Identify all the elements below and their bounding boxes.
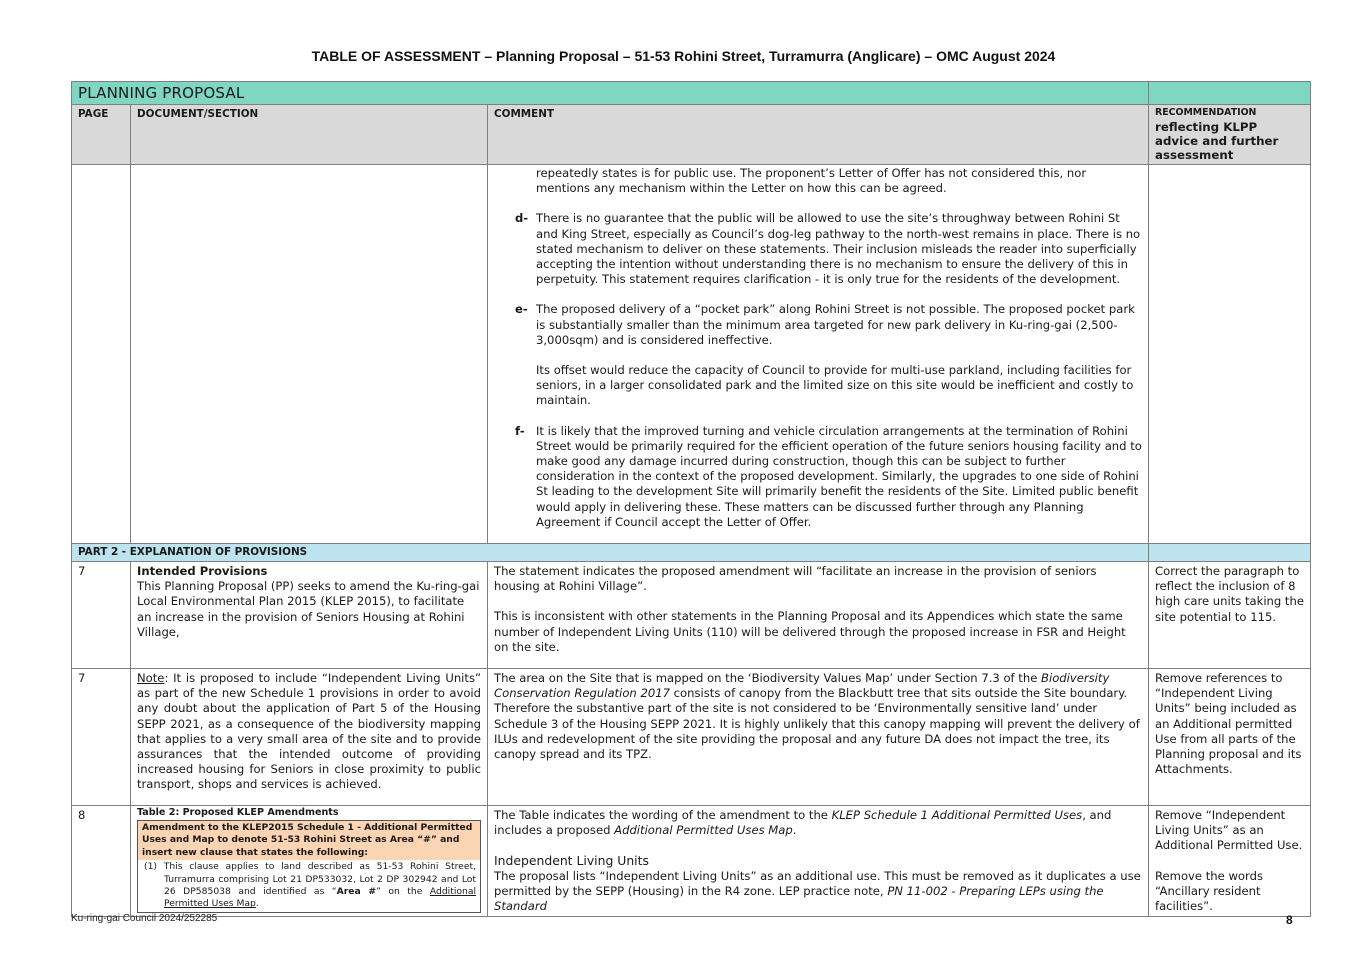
continued-doc-cell (130, 164, 488, 544)
row-recommendation: Remove “Independent Living Units” as an … (1148, 804, 1311, 918)
klep-amendment-box: Amendment to the KLEP2015 Schedule 1 - A… (137, 820, 481, 913)
table-row-note: 7 Note: It is proposed to include “Indep… (71, 668, 1311, 806)
header-rec-label: RECOMMENDATION (1155, 107, 1257, 118)
comment-item-list: d- There is no guarantee that the public… (494, 211, 1142, 530)
rec-paragraph: Remove “Independent Living Units” as an … (1155, 808, 1303, 853)
comment-paragraph: The statement indicates the proposed ame… (494, 564, 1097, 594)
comment-item-e: e- The proposed delivery of a “pocket pa… (494, 302, 1142, 408)
banner-empty-cell (1148, 81, 1311, 105)
doc-text: : It is proposed to include “Independent… (137, 671, 481, 792)
footer-reference: Ku-ring-gai Council 2024/252285 (71, 913, 218, 924)
row-page: 7 (71, 561, 131, 669)
part2-row: PART 2 - EXPLANATION OF PROVISIONS (71, 543, 1311, 562)
continued-rec-cell (1148, 164, 1311, 544)
comment-paragraph: The Table indicates the wording of the a… (494, 808, 1112, 838)
row-document: Intended Provisions This Planning Propos… (130, 561, 488, 669)
comment-item-f: f- It is likely that the improved turnin… (494, 424, 1142, 530)
row-comment: The Table indicates the wording of the a… (487, 804, 1149, 918)
row-comment: The area on the Site that is mapped on t… (487, 668, 1149, 806)
table-row-klep-amendments: 8 Table 2: Proposed KLEP Amendments Amen… (71, 804, 1311, 918)
item-marker: f- (515, 423, 525, 438)
page-number: 8 (1286, 913, 1293, 927)
row-page: 7 (71, 668, 131, 806)
row-document: Note: It is proposed to include “Indepen… (130, 668, 488, 806)
doc-text: This Planning Proposal (PP) seeks to ame… (137, 579, 480, 639)
comment-continued-text: repeatedly states is for public use. The… (536, 166, 1087, 196)
item-marker: d- (515, 211, 529, 226)
continued-page-cell (71, 164, 131, 544)
row-document: Table 2: Proposed KLEP Amendments Amendm… (130, 804, 488, 918)
comment-item-d: d- There is no guarantee that the public… (494, 211, 1142, 287)
item-paragraph: It is likely that the improved turning a… (536, 423, 1142, 529)
banner-row: PLANNING PROPOSAL (71, 81, 1311, 105)
ilu-heading: Independent Living Units (494, 853, 649, 869)
part2-empty-cell (1148, 543, 1311, 562)
item-paragraph: There is no guarantee that the public wi… (536, 211, 1141, 287)
klep-amendment-heading: Amendment to the KLEP2015 Schedule 1 - A… (138, 821, 480, 861)
rec-paragraph: Remove the words “Ancillary resident fac… (1155, 868, 1263, 914)
header-recommendation: RECOMMENDATION reflecting KLPP advice an… (1148, 104, 1311, 165)
header-document: DOCUMENT/SECTION (130, 104, 488, 165)
comment-paragraph: The proposal lists “Independent Living U… (494, 868, 1141, 914)
banner-title: PLANNING PROPOSAL (71, 81, 1149, 105)
header-page: PAGE (71, 104, 131, 165)
assessment-table: PLANNING PROPOSAL PAGE DOCUMENT/SECTION … (71, 81, 1311, 918)
table-row-intended-provisions: 7 Intended Provisions This Planning Prop… (71, 561, 1311, 669)
note-label: Note (137, 671, 165, 685)
item-paragraph: Its offset would reduce the capacity of … (536, 363, 1134, 408)
header-rec-sub: reflecting KLPP advice and further asses… (1155, 120, 1279, 162)
header-row: PAGE DOCUMENT/SECTION COMMENT RECOMMENDA… (71, 104, 1311, 165)
header-comment: COMMENT (487, 104, 1149, 165)
doc-heading: Intended Provisions (137, 564, 268, 578)
klep-clause: (1) This clause applies to land describe… (144, 861, 476, 910)
item-marker: e- (515, 302, 528, 317)
klep-table-title: Table 2: Proposed KLEP Amendments (137, 807, 339, 818)
row-recommendation: Remove references to “Independent Living… (1148, 668, 1311, 806)
row-recommendation: Correct the paragraph to reflect the inc… (1148, 561, 1311, 669)
document-title: TABLE OF ASSESSMENT – Planning Proposal … (311, 48, 1056, 64)
continued-row: repeatedly states is for public use. The… (71, 164, 1311, 544)
part2-heading: PART 2 - EXPLANATION OF PROVISIONS (71, 543, 1149, 562)
comment-text: The area on the Site that is mapped on t… (494, 671, 1042, 685)
continued-comment-cell: repeatedly states is for public use. The… (487, 164, 1149, 544)
row-page: 8 (71, 804, 131, 918)
row-comment: The statement indicates the proposed ame… (487, 561, 1149, 669)
comment-paragraph: This is inconsistent with other statemen… (494, 609, 1126, 654)
item-paragraph: The proposed delivery of a “pocket park”… (536, 302, 1135, 347)
